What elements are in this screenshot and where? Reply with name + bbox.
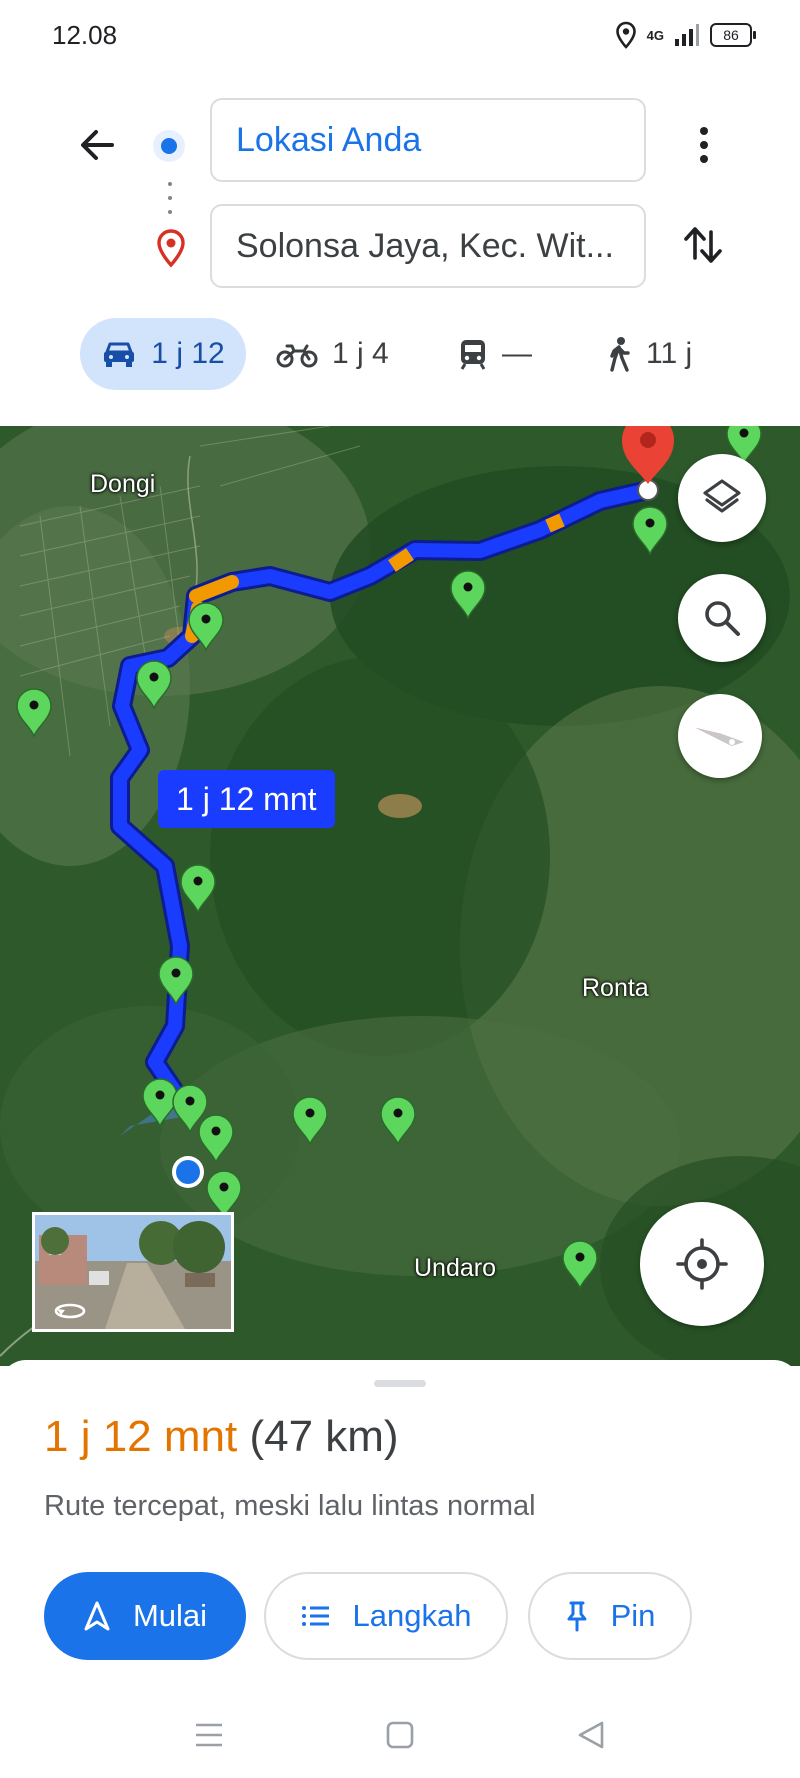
- directions-header: Lokasi Anda Solonsa Jaya, Kec. Wit... 1 …: [0, 70, 800, 426]
- location-icon: [615, 21, 636, 49]
- drag-handle[interactable]: [374, 1380, 426, 1387]
- mode-car-time: 1 j 12: [151, 337, 225, 370]
- search-along-route-button[interactable]: [678, 574, 766, 662]
- destination-field[interactable]: Solonsa Jaya, Kec. Wit...: [210, 204, 646, 288]
- travel-modes: 1 j 12 1 j 4 — 11 j: [0, 318, 800, 396]
- walk-icon: [610, 337, 630, 372]
- route-description: Rute tercepat, meski lalu lintas normal: [44, 1490, 536, 1522]
- map-view[interactable]: Dongi Ronta Undaro 1 j 12 mnt: [0, 426, 800, 1366]
- start-button-label: Mulai: [132, 1598, 208, 1633]
- navigation-arrow-icon: [84, 1601, 110, 1631]
- layers-button[interactable]: [678, 454, 766, 542]
- list-icon: [301, 1606, 329, 1626]
- pin-button[interactable]: Pin: [528, 1572, 692, 1660]
- status-icons: 4G 86: [615, 20, 756, 50]
- route-distance: (47 km): [249, 1412, 399, 1461]
- arrow-left-icon: [81, 130, 114, 160]
- pin-button-label: Pin: [610, 1598, 656, 1633]
- battery-icon: 86: [710, 23, 756, 47]
- car-icon: [104, 342, 135, 367]
- compass-icon: [696, 728, 744, 746]
- compass-button[interactable]: [678, 694, 762, 778]
- mode-transit-time: —: [502, 337, 532, 370]
- back-button[interactable]: [72, 120, 122, 170]
- map-label-dongi: Dongi: [90, 470, 156, 498]
- destination-pin-icon: [157, 229, 185, 268]
- my-location-icon: [676, 1238, 728, 1290]
- start-button[interactable]: Mulai: [44, 1572, 246, 1660]
- signal-icon: [675, 24, 699, 46]
- motorcycle-icon: [276, 344, 318, 368]
- home-icon[interactable]: [385, 1720, 415, 1750]
- system-nav-bar: [0, 1690, 800, 1778]
- swap-button[interactable]: [678, 220, 728, 270]
- route-duration: 1 j 12 mnt: [44, 1412, 238, 1461]
- mode-motorcycle[interactable]: 1 j 4: [276, 318, 389, 390]
- mode-car[interactable]: 1 j 12: [80, 318, 246, 390]
- my-location-button[interactable]: [640, 1202, 764, 1326]
- search-icon: [705, 601, 740, 636]
- mode-walk[interactable]: 11 j: [606, 318, 692, 390]
- pin-icon: [567, 1601, 587, 1632]
- rotate-360-icon: [54, 1303, 86, 1319]
- map-label-ronta: Ronta: [582, 974, 649, 1002]
- route-eta: 1 j 12 mnt (47 km): [44, 1412, 399, 1462]
- more-vert-icon: [700, 127, 708, 163]
- map-label-undaro: Undaro: [414, 1254, 496, 1282]
- status-bar: 12.08 4G 86: [0, 0, 800, 70]
- route-dots-icon: [168, 182, 172, 214]
- swap-vert-icon: [684, 227, 722, 263]
- more-options-button[interactable]: [686, 120, 722, 170]
- mode-transit[interactable]: —: [458, 318, 532, 390]
- route-duration-label[interactable]: 1 j 12 mnt: [158, 770, 335, 828]
- steps-button-label: Langkah: [352, 1598, 472, 1633]
- street-view-thumbnail[interactable]: [32, 1212, 234, 1332]
- mode-motorcycle-time: 1 j 4: [332, 337, 389, 370]
- mode-walk-time: 11 j: [646, 337, 693, 370]
- train-icon: [460, 340, 486, 370]
- steps-button[interactable]: Langkah: [264, 1572, 508, 1660]
- origin-dot-icon: [153, 130, 185, 162]
- menu-icon[interactable]: [194, 1720, 224, 1750]
- origin-field[interactable]: Lokasi Anda: [210, 98, 646, 182]
- back-nav-icon[interactable]: [576, 1720, 606, 1750]
- network-type: 4G: [646, 27, 664, 43]
- status-time: 12.08: [52, 20, 118, 50]
- layers-icon: [703, 479, 741, 513]
